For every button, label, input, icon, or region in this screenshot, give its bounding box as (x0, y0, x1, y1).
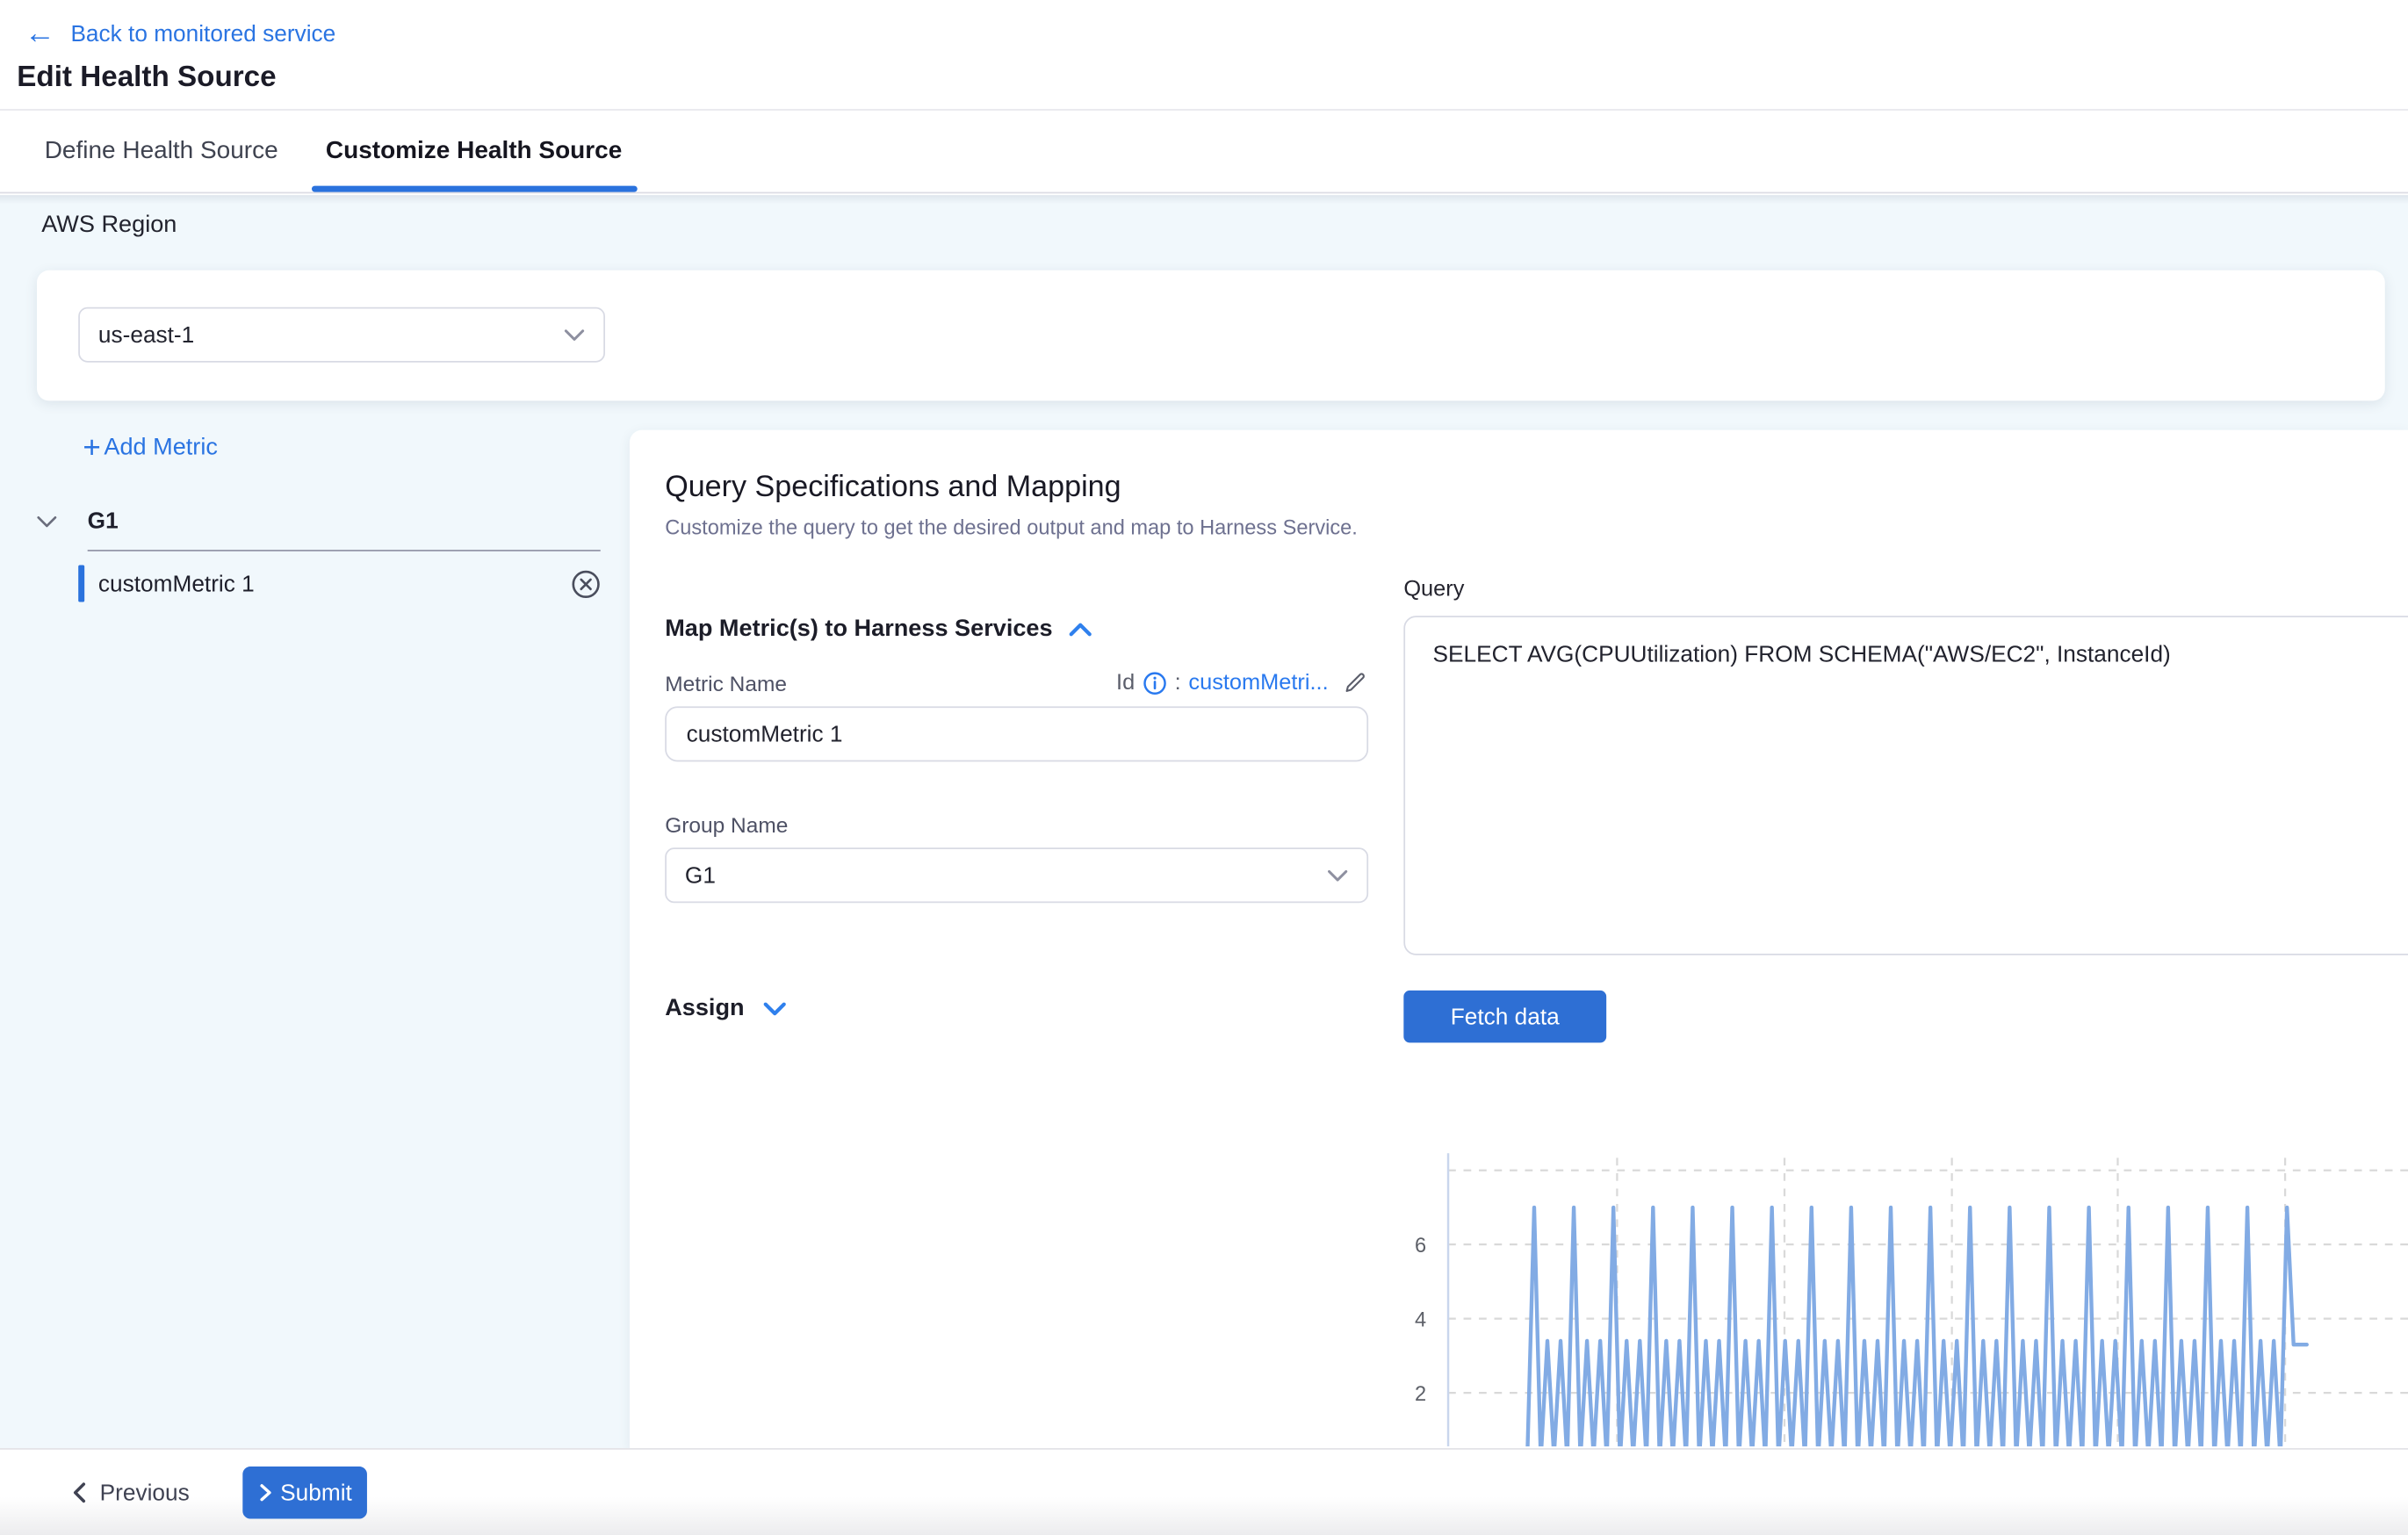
metric-group-header[interactable]: G1 (37, 508, 119, 535)
remove-metric-icon[interactable] (572, 569, 601, 598)
tab-bar: Define Health Source Customize Health So… (0, 111, 2408, 193)
chevron-right-icon (259, 1483, 271, 1502)
panel-subtitle: Customize the query to get the desired o… (665, 516, 2408, 539)
chevron-up-icon (1070, 622, 1092, 637)
back-link[interactable]: ← Back to monitored service (25, 15, 2383, 52)
query-textarea[interactable]: SELECT AVG(CPUUtilization) FROM SCHEMA("… (1403, 616, 2408, 955)
group-name-select[interactable]: G1 (665, 847, 1368, 903)
main-row: + Add Metric G1 customMetric 1 (0, 400, 2408, 1448)
back-arrow-icon: ← (25, 18, 55, 49)
metric-item-label: customMetric 1 (98, 571, 255, 597)
assign-section-toggle[interactable]: Assign (665, 995, 1368, 1022)
selected-indicator (78, 566, 84, 602)
line-chart: 6 4 2 (1396, 1130, 2408, 1446)
back-link-label: Back to monitored service (70, 21, 335, 47)
fetch-data-button[interactable]: Fetch data (1403, 991, 1606, 1042)
metric-list-item[interactable]: customMetric 1 (78, 562, 601, 605)
metric-id-link[interactable]: customMetri... (1188, 670, 1328, 695)
submit-label: Submit (280, 1480, 352, 1506)
aws-region-value: us-east-1 (98, 321, 194, 348)
add-metric-button[interactable]: + Add Metric (83, 435, 218, 462)
chevron-down-icon (1327, 868, 1348, 883)
query-label: Query (1403, 578, 2408, 602)
submit-button[interactable]: Submit (243, 1467, 368, 1518)
add-metric-label: Add Metric (104, 435, 218, 462)
svg-text:4: 4 (1415, 1308, 1426, 1331)
map-metrics-section-title: Map Metric(s) to Harness Services (665, 616, 1052, 643)
panel-title: Query Specifications and Mapping (665, 470, 2408, 505)
chevron-down-icon (564, 328, 585, 342)
metrics-sidebar: + Add Metric G1 customMetric 1 (0, 400, 630, 1448)
id-separator: : (1175, 670, 1181, 695)
content-area: AWS Region us-east-1 + Add Metric (0, 195, 2408, 1448)
metric-name-value: customMetric 1 (687, 721, 843, 747)
svg-text:6: 6 (1415, 1235, 1426, 1258)
previous-button[interactable]: Previous (72, 1480, 190, 1506)
svg-text:2: 2 (1415, 1383, 1426, 1406)
tab-customize-health-source[interactable]: Customize Health Source (324, 111, 624, 192)
aws-region-label: AWS Region (41, 212, 177, 239)
id-label: Id (1116, 670, 1135, 695)
query-column: Query SELECT AVG(CPUUtilization) FROM SC… (1403, 559, 2408, 1447)
previous-label: Previous (100, 1480, 190, 1506)
chevron-down-icon (37, 515, 57, 528)
footer-bar: Previous Submit (0, 1448, 2408, 1535)
page-header: ← Back to monitored service Edit Health … (0, 0, 2408, 111)
map-metrics-section-toggle[interactable]: Map Metric(s) to Harness Services (665, 616, 1368, 643)
aws-region-select[interactable]: us-east-1 (78, 307, 605, 363)
query-text: SELECT AVG(CPUUtilization) FROM SCHEMA("… (1433, 642, 2171, 668)
assign-label: Assign (665, 995, 744, 1022)
metric-preview-chart: 6 4 2 (1396, 1130, 2408, 1446)
metric-name-input[interactable]: customMetric 1 (665, 706, 1368, 761)
metric-name-label: Metric Name (665, 670, 787, 695)
tab-define-health-source[interactable]: Define Health Source (43, 111, 279, 192)
page: ← Back to monitored service Edit Health … (0, 0, 2408, 1535)
group-name-label: Group Name (665, 812, 1368, 837)
plus-icon: + (83, 435, 100, 462)
query-specifications-panel: Query Specifications and Mapping Customi… (630, 430, 2408, 1448)
divider (88, 550, 601, 551)
metric-group-label: G1 (88, 508, 119, 535)
page-title: Edit Health Source (17, 61, 2383, 95)
chevron-down-icon (763, 1001, 786, 1016)
edit-pencil-icon[interactable] (1342, 669, 1368, 695)
mapping-form: Map Metric(s) to Harness Services Metric… (665, 559, 1368, 1447)
info-icon[interactable] (1143, 670, 1167, 695)
aws-region-card: us-east-1 (37, 270, 2385, 401)
group-name-value: G1 (685, 862, 716, 889)
